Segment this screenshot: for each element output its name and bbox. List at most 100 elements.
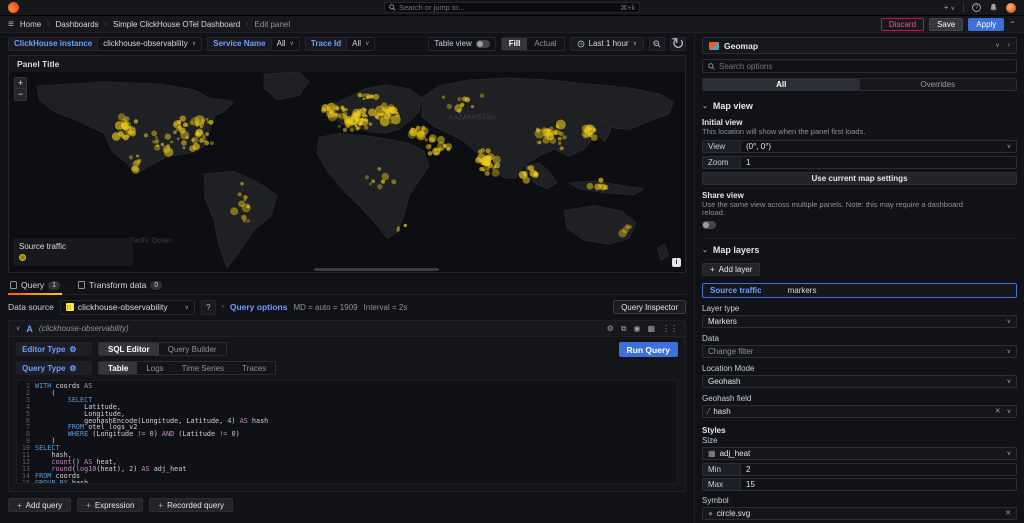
sql-line[interactable]: 8 WHERE (Longitude != 0) AND (Latitude !… (17, 431, 677, 438)
sql-line[interactable]: 2 ( (17, 390, 677, 397)
sql-code-editor[interactable]: 1WITH coords AS2 (3 SELECT4 Latitude,5 L… (16, 380, 678, 484)
sql-line[interactable]: 15GROUP BY hash (17, 480, 677, 484)
sql-line[interactable]: 13 round(log10(heat), 2) AS adj_heat (17, 466, 677, 473)
expression-button[interactable]: +Expression (77, 498, 143, 512)
add-query-button[interactable]: +Add query (8, 498, 71, 512)
string-field-icon: ⁄ (708, 407, 709, 416)
tab-query[interactable]: Query 1 (8, 280, 62, 294)
refresh-button[interactable]: ↻ (670, 37, 686, 51)
zoom-input[interactable]: 1 (740, 156, 1017, 169)
layer-item[interactable]: Source traffic markers (702, 283, 1017, 298)
variable-value-dropdown[interactable]: clickhouse-observability∨ (97, 37, 202, 51)
breadcrumb-dashboards[interactable]: Dashboards (56, 20, 99, 29)
hide-query-icon[interactable]: ◉ (633, 324, 640, 334)
recorded-query-button[interactable]: +Recorded query (149, 498, 233, 512)
geomap-canvas[interactable]: Pacific Ocean KAZAKHSTAN + − Source traf… (9, 72, 685, 272)
clear-icon[interactable]: ✕ (995, 407, 1001, 415)
panel-title[interactable]: Panel Title (9, 56, 685, 72)
datasource-help-icon[interactable]: ? (201, 300, 216, 315)
collapse-pane-icon[interactable]: › (1008, 42, 1010, 49)
time-range-picker[interactable]: Last 1 hour∨ (570, 37, 644, 51)
bell-icon[interactable] (989, 3, 998, 12)
actual-option[interactable]: Actual (527, 38, 563, 50)
fill-option[interactable]: Fill (502, 38, 528, 50)
map-scrollbar[interactable] (314, 268, 439, 271)
zoom-out-time-button[interactable] (649, 37, 665, 51)
options-search[interactable] (702, 59, 1017, 73)
help-icon[interactable]: ? (972, 3, 981, 12)
breadcrumb-home[interactable]: Home (20, 20, 41, 29)
variable-clickhouse-instance: ClickHouse instance clickhouse-observabi… (8, 37, 202, 51)
breadcrumb-dashboard-name[interactable]: Simple ClickHouse OTel Dashboard (113, 20, 240, 29)
query-options-link[interactable]: Query options (230, 302, 288, 312)
variable-value-dropdown[interactable]: All∨ (271, 37, 300, 51)
section-map-view[interactable]: ⌄ Map view (702, 101, 1017, 111)
user-avatar[interactable] (1006, 3, 1016, 13)
use-current-map-settings-button[interactable]: Use current map settings (702, 172, 1017, 185)
variable-value-dropdown[interactable]: All∨ (346, 37, 375, 51)
logs-option[interactable]: Logs (137, 362, 172, 374)
map-attribution-button[interactable]: i (672, 258, 681, 267)
visualization-picker[interactable]: Geomap ∨ › (702, 37, 1017, 54)
query-builder-option[interactable]: Query Builder (159, 343, 226, 355)
layer-type-select[interactable]: Markers∨ (702, 315, 1017, 328)
data-select[interactable]: Change filter∨ (702, 345, 1017, 358)
collapse-options-icon[interactable]: ⌃ (1009, 20, 1016, 29)
duplicate-query-icon[interactable]: ⧉ (621, 324, 627, 334)
delete-query-icon[interactable]: ▦ (647, 324, 655, 334)
tab-all[interactable]: All (703, 79, 860, 90)
map-zoom-out-button[interactable]: − (15, 89, 26, 100)
add-layer-button[interactable]: +Add layer (702, 263, 760, 276)
tab-transform-data[interactable]: Transform data 0 (76, 280, 164, 294)
location-mode-select[interactable]: Geohash∨ (702, 375, 1017, 388)
viz-dropdown-icon[interactable]: ∨ (995, 42, 999, 49)
sql-line[interactable]: 9 ) (17, 438, 677, 445)
variable-trace-id: Trace Id All∨ (305, 37, 376, 51)
map-zoom-in-button[interactable]: + (15, 78, 26, 89)
table-option[interactable]: Table (99, 362, 137, 374)
sql-editor-option[interactable]: SQL Editor (99, 343, 159, 355)
query-editor-body: Editor Type⚙ SQL Editor Query Builder Qu… (9, 337, 685, 491)
section-map-layers[interactable]: ⌄ Map layers (702, 245, 1017, 255)
query-settings-icon[interactable]: ⚙ (607, 324, 614, 334)
time-series-option[interactable]: Time Series (173, 362, 233, 374)
min-input[interactable]: 2 (740, 463, 1017, 476)
query-inspector-button[interactable]: Query Inspector (613, 300, 686, 314)
datasource-picker[interactable]: clickhouse-observability ∨ (60, 300, 195, 315)
share-view-toggle[interactable] (702, 221, 716, 229)
drag-query-icon[interactable]: ⋮⋮ (662, 324, 678, 334)
save-button[interactable]: Save (929, 18, 963, 31)
global-search[interactable]: ⌘+k (384, 2, 640, 13)
query-row-header[interactable]: ∨ A (clickhouse-observability) ⚙ ⧉ ◉ ▦ ⋮… (9, 321, 685, 337)
symbol-select[interactable]: ● circle.svg ✕ (702, 507, 1017, 520)
menu-icon[interactable]: ≡ (8, 19, 14, 30)
apply-button[interactable]: Apply (968, 18, 1004, 31)
view-select[interactable]: (0°, 0°)∨ (740, 140, 1017, 153)
variable-service-name: Service Name All∨ (207, 37, 300, 51)
tab-overrides[interactable]: Overrides (860, 79, 1017, 90)
sql-line[interactable]: 10SELECT (17, 445, 677, 452)
query-type-segment: Table Logs Time Series Traces (98, 361, 276, 375)
clear-icon[interactable]: ✕ (1005, 509, 1011, 517)
transform-icon (78, 281, 85, 289)
editor-type-settings-icon[interactable]: ⚙ (69, 345, 76, 354)
add-button[interactable]: + ∨ (944, 3, 955, 12)
max-input[interactable]: 15 (740, 478, 1017, 491)
options-search-input[interactable] (719, 62, 1011, 71)
traces-option[interactable]: Traces (233, 362, 275, 374)
size-field-select[interactable]: ▦ adj_heat∨ (702, 447, 1017, 460)
layer-kind: markers (788, 286, 817, 295)
discard-button[interactable]: Discard (881, 18, 924, 31)
search-input[interactable] (399, 3, 617, 12)
run-query-button[interactable]: Run Query (619, 342, 678, 357)
layer-name[interactable]: Source traffic (710, 286, 762, 295)
geohash-field-select[interactable]: ⁄ hash ✕∨ (702, 405, 1017, 418)
sql-line[interactable]: 14FROM coords (17, 473, 677, 480)
collapse-query-icon[interactable]: ∨ (16, 325, 20, 332)
table-view-toggle[interactable] (476, 40, 490, 48)
grafana-logo-icon[interactable] (8, 2, 19, 13)
sql-line[interactable]: 1WITH coords AS (17, 383, 677, 390)
query-options-chevron-icon[interactable]: › (222, 304, 224, 310)
query-type-settings-icon[interactable]: ⚙ (69, 364, 76, 373)
legend-marker-icon (19, 254, 26, 261)
